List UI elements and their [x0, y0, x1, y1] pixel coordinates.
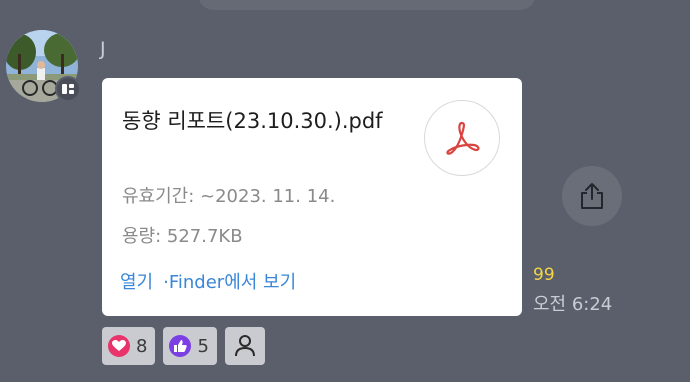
- person-icon: [234, 335, 255, 357]
- reaction-participants[interactable]: [224, 327, 265, 365]
- share-button[interactable]: [562, 166, 622, 226]
- file-actions: 열기 ·Finder에서 보기: [120, 268, 296, 294]
- file-attachment-card[interactable]: 동향 리포트(23.10.30.).pdf 유효기간: ~2023. 11. 1…: [102, 78, 522, 316]
- file-size: 용량: 527.7KB: [122, 226, 243, 247]
- message-time: 오전 6:24: [533, 294, 613, 315]
- file-name: 동향 리포트(23.10.30.).pdf: [122, 109, 383, 133]
- open-link[interactable]: 열기: [120, 268, 153, 294]
- sender-name: J: [100, 38, 106, 60]
- file-validity: 유효기간: ~2023. 11. 14.: [122, 186, 336, 207]
- reaction-count: 8: [136, 335, 148, 357]
- heart-icon: [108, 335, 130, 357]
- reaction-thumbs-up[interactable]: 5: [163, 327, 217, 365]
- reaction-heart[interactable]: 8: [102, 327, 156, 365]
- reaction-bar: 8 5: [102, 327, 265, 365]
- pdf-icon[interactable]: [424, 100, 500, 176]
- share-icon: [581, 183, 603, 209]
- acrobat-icon: [446, 121, 480, 155]
- profile-badge: [55, 76, 81, 102]
- show-in-finder-link[interactable]: ·Finder에서 보기: [163, 268, 296, 294]
- previous-message-bubble: [198, 0, 536, 10]
- thumbs-up-icon: [169, 335, 192, 357]
- unread-count: 99: [533, 265, 555, 285]
- reaction-count: 5: [197, 335, 209, 357]
- card-icon: [62, 84, 74, 94]
